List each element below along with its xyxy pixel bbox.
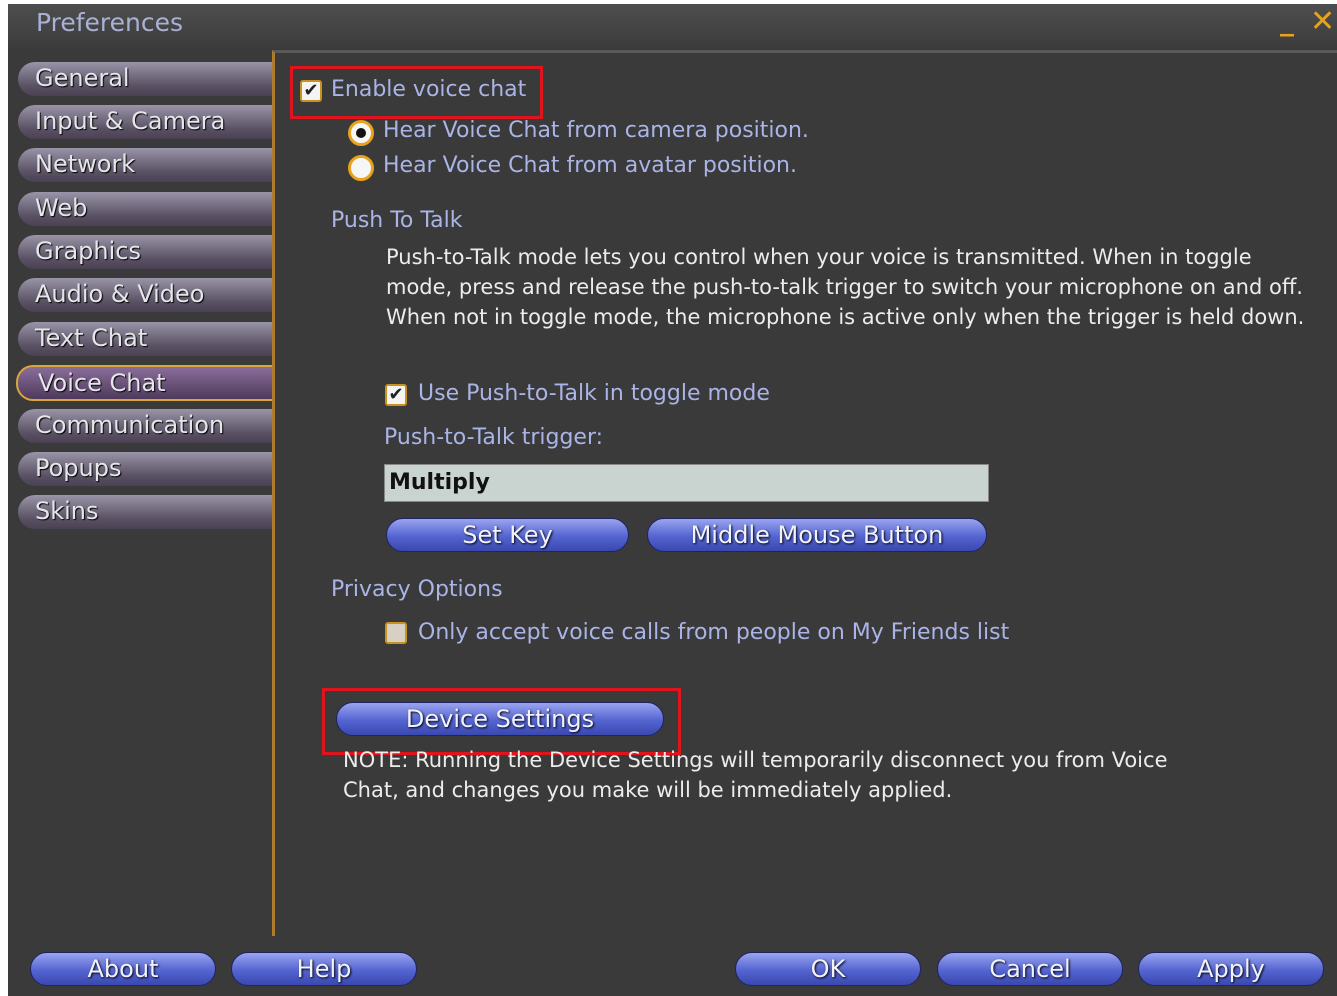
title-bar[interactable]: Preferences _ ✕: [8, 4, 1337, 48]
tab-general[interactable]: General: [18, 62, 278, 96]
enable-voice-label: Enable voice chat: [331, 77, 527, 102]
radio-camera-position[interactable]: [348, 120, 374, 146]
about-button[interactable]: About: [30, 952, 216, 986]
voice-chat-panel: ✔ Enable voice chat Hear Voice Chat from…: [272, 50, 1337, 936]
tab-network[interactable]: Network: [18, 148, 278, 182]
checkmark-icon: ✔: [303, 80, 319, 101]
minimize-icon[interactable]: _: [1280, 4, 1294, 37]
preferences-window: Preferences _ ✕ General Input & Camera N…: [8, 4, 1337, 996]
friends-only-label: Only accept voice calls from people on M…: [418, 620, 1010, 645]
window-title: Preferences: [36, 8, 184, 37]
tab-audio-video[interactable]: Audio & Video: [18, 278, 278, 312]
tab-web[interactable]: Web: [18, 192, 278, 226]
privacy-options-heading: Privacy Options: [331, 577, 503, 602]
close-icon[interactable]: ✕: [1310, 4, 1335, 39]
ok-button[interactable]: OK: [735, 952, 921, 986]
tab-text-chat[interactable]: Text Chat: [18, 322, 278, 356]
ptt-trigger-field[interactable]: Multiply: [384, 464, 989, 502]
cancel-button[interactable]: Cancel: [937, 952, 1123, 986]
enable-voice-checkbox[interactable]: ✔: [300, 80, 322, 102]
help-button[interactable]: Help: [231, 952, 417, 986]
ptt-toggle-label: Use Push-to-Talk in toggle mode: [418, 381, 770, 406]
radio-avatar-position[interactable]: [348, 155, 374, 181]
tab-skins[interactable]: Skins: [18, 495, 278, 529]
ptt-trigger-label: Push-to-Talk trigger:: [384, 425, 604, 450]
checkmark-icon: ✔: [388, 384, 404, 405]
middle-mouse-button[interactable]: Middle Mouse Button: [647, 518, 987, 552]
push-to-talk-heading: Push To Talk: [331, 208, 463, 233]
tab-graphics[interactable]: Graphics: [18, 235, 278, 269]
set-key-button[interactable]: Set Key: [386, 518, 629, 552]
apply-button[interactable]: Apply: [1138, 952, 1324, 986]
friends-only-checkbox[interactable]: [385, 622, 407, 644]
tab-popups[interactable]: Popups: [18, 452, 278, 486]
tab-communication[interactable]: Communication: [18, 409, 278, 443]
radio-selected-dot: [356, 128, 366, 138]
tab-input-camera[interactable]: Input & Camera: [18, 105, 278, 139]
radio-avatar-label: Hear Voice Chat from avatar position.: [383, 153, 797, 178]
tab-voice-chat[interactable]: Voice Chat: [16, 365, 282, 401]
device-settings-note: NOTE: Running the Device Settings will t…: [343, 748, 1168, 802]
device-settings-button[interactable]: Device Settings: [336, 702, 664, 736]
push-to-talk-description: Push-to-Talk mode lets you control when …: [386, 245, 1305, 329]
ptt-toggle-checkbox[interactable]: ✔: [385, 384, 407, 406]
radio-camera-label: Hear Voice Chat from camera position.: [383, 118, 809, 143]
